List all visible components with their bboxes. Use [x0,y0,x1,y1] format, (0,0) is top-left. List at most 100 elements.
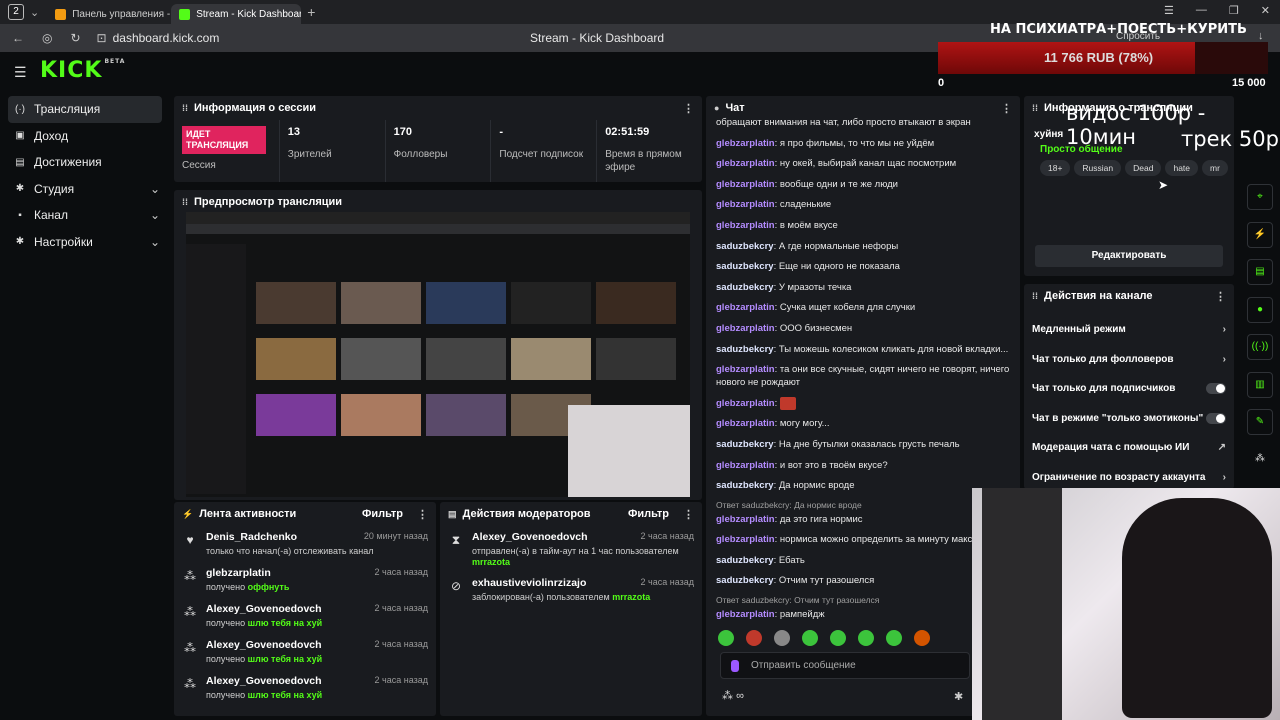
tag[interactable]: hate [1165,160,1199,176]
moderator-name[interactable]: mrrazota [612,592,650,602]
wrench-icon[interactable]: ✎ [1247,409,1273,435]
close-window-icon[interactable]: ✕ [1261,4,1270,17]
stream-preview-video[interactable] [186,212,690,497]
lightning-icon[interactable]: ⚡ [1247,221,1273,248]
chat-username[interactable]: saduzbekcry [716,261,774,272]
kick-logo[interactable]: KICK BETA [40,58,125,83]
more-options-icon[interactable]: ⋮ [683,508,694,521]
chat-username[interactable]: glebzarplatin [716,514,775,525]
emote-icon[interactable] [718,630,734,646]
back-icon[interactable]: ← [12,31,24,45]
edit-button[interactable]: Редактировать [1035,245,1223,267]
sidebar-item-achievements[interactable]: ▤ Достижения [0,149,170,176]
feed-username[interactable]: Alexey_Govenoedovch [472,531,588,543]
chat-message-input[interactable]: Отправить сообщение [720,652,970,679]
more-options-icon[interactable]: ⋮ [1215,290,1226,303]
points-icon[interactable]: ⁂ [1247,447,1273,473]
tag[interactable]: Russian [1074,160,1122,176]
chat-username[interactable]: saduzbekcry [716,555,774,566]
feed-username[interactable]: glebzarplatin [206,567,271,579]
radio-icon[interactable]: ((·)) [1247,334,1273,360]
more-options-icon[interactable]: ⋮ [1001,102,1012,115]
menu-icon[interactable]: ☰ [1164,4,1174,17]
feed-username[interactable]: Alexey_Govenoedovch [206,639,322,651]
list-item[interactable]: ⁂ Alexey_Govenoedovch 2 часа назад получено… [174,634,436,670]
new-tab-icon[interactable]: + [307,4,315,20]
feed-username[interactable]: Alexey_Govenoedovch [206,675,322,687]
list-item[interactable]: ♥ Denis_Radchenko 20 минут назад только что… [174,526,436,562]
chat-username[interactable]: glebzarplatin [716,398,775,409]
feed-username[interactable]: Alexey_Govenoedovch [206,603,322,615]
list-item[interactable]: ⁂ Alexey_Govenoedovch 2 часа назад получено… [174,598,436,634]
scan-icon[interactable]: ⌖ [1247,184,1273,210]
chat-username[interactable]: glebzarplatin [716,199,775,210]
filter-button[interactable]: Фильтр [628,508,669,520]
toggle-switch[interactable] [1206,383,1226,395]
moderator-name[interactable]: mrrazota [472,557,694,567]
emote-icon[interactable] [774,630,790,646]
hamburger-menu-icon[interactable]: ☰ [14,64,27,81]
toggle-switch[interactable] [1206,412,1226,424]
clipboard-icon[interactable]: ▤ [1247,259,1273,285]
chat-username[interactable]: glebzarplatin [716,302,775,313]
chat-username[interactable]: saduzbekcry [716,344,774,355]
sidebar-item-broadcast[interactable]: (·) Трансляция [8,96,162,123]
chat-icon[interactable]: ● [1247,296,1273,323]
chat-username[interactable]: glebzarplatin [716,220,775,231]
tab-kick-dashboard[interactable]: Stream - Kick Dashboar ✕ [171,4,302,24]
chat-username[interactable]: saduzbekcry [716,439,774,450]
emote-icon[interactable] [858,630,874,646]
list-item[interactable]: ⧗ Alexey_Govenoedovch 2 часа назад отправле… [440,526,702,572]
chat-reply-reference[interactable]: Ответ saduzbekcry: Да нормис вроде [716,500,1010,510]
filter-button[interactable]: Фильтр [362,508,403,520]
chat-username[interactable]: glebzarplatin [716,609,775,620]
more-options-icon[interactable]: ⋮ [683,102,694,115]
tag[interactable]: 18+ [1040,160,1071,176]
minimize-icon[interactable]: — [1196,4,1207,17]
list-item[interactable]: ⁂ glebzarplatin 2 часа назад получено оффну… [174,562,436,598]
action-ai-moderation[interactable]: Модерация чата с помощью ИИ ↗ [1024,433,1234,463]
layout-icon[interactable]: ▥ [1247,371,1273,398]
chat-username[interactable]: glebzarplatin [716,323,775,334]
url-text[interactable]: dashboard.kick.com [113,31,220,45]
action-followers-only[interactable]: Чат только для фолловеров › [1024,345,1234,375]
tag[interactable]: mr [1202,160,1228,176]
chat-username[interactable]: saduzbekcry [716,575,774,586]
emote-icon[interactable] [830,630,846,646]
maximize-icon[interactable]: ❐ [1229,4,1239,17]
sidebar-item-studio[interactable]: ✱ Студия ⌄ [0,176,170,203]
tag[interactable]: Dead [1125,160,1162,176]
chat-username[interactable]: glebzarplatin [716,534,775,545]
drag-handle-icon[interactable]: ⁞⁞ [182,103,188,113]
chat-username[interactable]: glebzarplatin [716,460,775,471]
emote-icon[interactable] [746,630,762,646]
chat-username[interactable]: saduzbekcry [716,282,774,293]
action-account-age[interactable]: Ограничение по возрасту аккаунта › [1024,463,1234,490]
sidebar-item-channel[interactable]: ▪ Канал ⌄ [0,202,170,229]
sidebar-item-settings[interactable]: ✱ Настройки ⌄ [0,229,170,256]
chat-settings-icon[interactable]: ✱ [954,690,963,703]
points-icon[interactable]: ⁂ [722,690,733,702]
chat-username[interactable]: saduzbekcry [716,480,774,491]
tab-count-badge[interactable]: 2 [8,4,24,20]
infinity-icon[interactable]: ∞ [736,690,744,702]
download-icon[interactable]: ↓ [1258,30,1264,42]
list-item[interactable]: ⊘ exhaustiveviolinrzizajo 2 часа назад забл… [440,572,702,608]
emote-icon[interactable] [802,630,818,646]
chat-reply-reference[interactable]: Ответ saduzbekcry: Отчим тут разошелся [716,595,1010,605]
sidebar-item-income[interactable]: ▣ Доход [0,123,170,150]
emote-icon[interactable] [914,630,930,646]
chat-username[interactable]: glebzarplatin [716,138,775,149]
site-info-icon[interactable]: ⊡ [97,31,107,45]
reload-icon[interactable]: ↻ [70,31,80,45]
feed-username[interactable]: Denis_Radchenko [206,531,297,543]
microphone-icon[interactable] [731,659,739,672]
chat-username[interactable]: saduzbekcry [716,241,774,252]
shield-icon[interactable]: ◎ [42,31,52,45]
drag-handle-icon[interactable]: ⁞⁞ [1032,103,1038,113]
list-item[interactable]: ⁂ Alexey_Govenoedovch 2 часа назад получено… [174,670,436,706]
chat-username[interactable]: glebzarplatin [716,158,775,169]
more-options-icon[interactable]: ⋮ [417,508,428,521]
action-slow-mode[interactable]: Медленный режим › [1024,315,1234,345]
emote-icon[interactable] [886,630,902,646]
